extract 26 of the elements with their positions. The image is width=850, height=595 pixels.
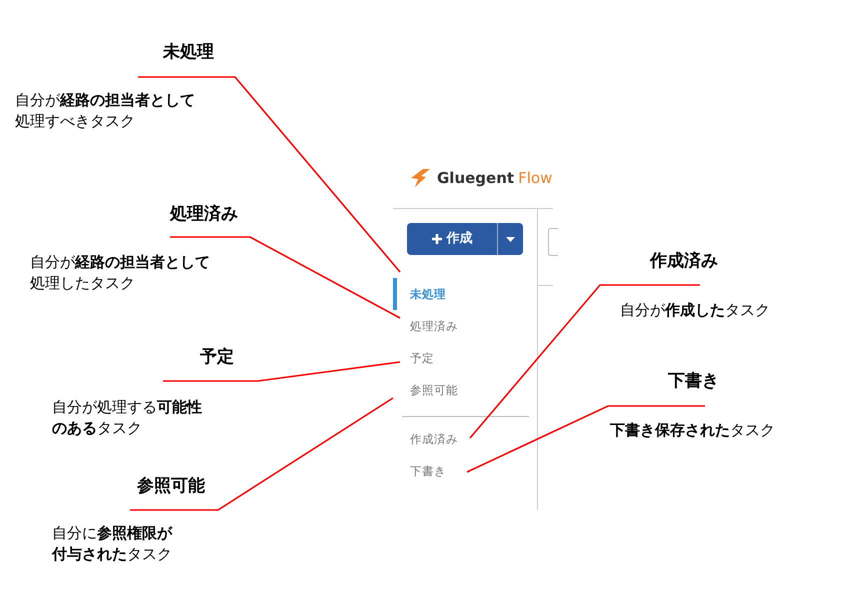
callout-text: 自分に参照権限が 付与されたタスク	[52, 523, 172, 565]
sidebar-item[interactable]: 未処理	[393, 278, 529, 310]
callout-title: 参照可能	[137, 475, 205, 498]
search-field[interactable]	[548, 228, 558, 256]
logo-icon	[409, 168, 431, 188]
caret-icon	[506, 236, 515, 242]
callout-title: 作成済み	[650, 250, 718, 273]
brand-name: Gluegent	[437, 168, 514, 189]
callout-text: 下書き保存されたタスク	[610, 420, 775, 441]
callout-title: 下書き	[668, 370, 719, 393]
sidebar-item[interactable]: 処理済み	[393, 310, 529, 342]
callout-text: 自分が処理する可能性 のあるタスク	[52, 397, 202, 439]
callout-title: 予定	[200, 346, 234, 369]
sidebar-item[interactable]: 参照可能	[393, 374, 529, 406]
callout-title: 未処理	[163, 41, 214, 64]
sidebar-item[interactable]: 下書き	[393, 455, 529, 487]
callout-text: 自分が経路の担当者として 処理すべきタスク	[15, 90, 195, 132]
callout-text: 自分が経路の担当者として 処理したタスク	[30, 252, 210, 294]
sidebar-item[interactable]: 予定	[393, 342, 529, 374]
sidebar-item[interactable]: 作成済み	[393, 423, 529, 455]
callout-text: 自分が作成したタスク	[620, 300, 770, 321]
plus-icon	[432, 234, 442, 244]
create-button[interactable]: 作成	[407, 223, 497, 255]
dropdown-button[interactable]	[497, 223, 523, 255]
callout-title: 処理済み	[170, 203, 238, 226]
product-name: Flow	[518, 168, 552, 189]
